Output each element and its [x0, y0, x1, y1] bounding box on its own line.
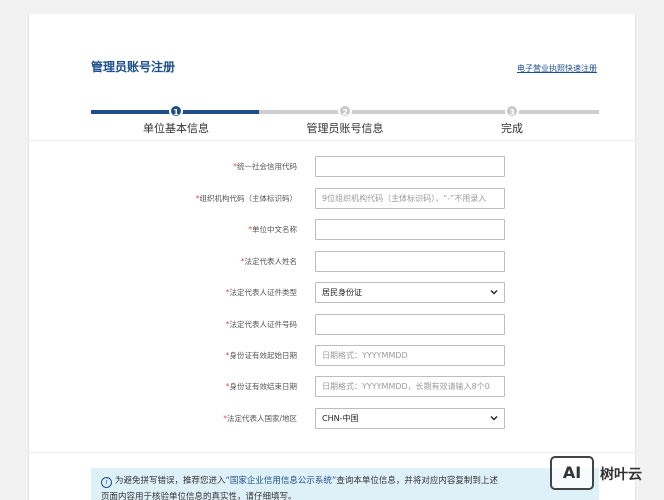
credit-code-input[interactable] — [315, 156, 505, 177]
id-start-date-input[interactable]: 日期格式：YYYYMMDD — [315, 345, 505, 366]
field-label-text: 法定代表人证件类型 — [229, 288, 298, 297]
field-label: *组织机构代码（主体标识码） — [196, 193, 297, 204]
chevron-down-icon — [490, 416, 498, 421]
quick-register-link[interactable]: 电子营业执照快速注册 — [517, 63, 597, 74]
watermark: AI 树叶云 — [550, 456, 660, 494]
field-label: *法定代表人国家/地区 — [223, 413, 297, 424]
step-3-label: 完成 — [501, 122, 523, 135]
chevron-down-icon — [490, 290, 498, 295]
id-number-input[interactable] — [315, 314, 505, 335]
registration-stepper: 1 单位基本信息 2 管理员账号信息 3 完成 — [91, 104, 599, 144]
form-row-id-start: *身份证有效起始日期 日期格式：YYYYMMDD — [29, 345, 635, 367]
section-divider — [29, 140, 635, 141]
field-label-text: 统一社会信用代码 — [237, 162, 297, 171]
form-row-unit-name: *单位中文名称 — [29, 219, 635, 241]
field-label: *统一社会信用代码 — [233, 161, 297, 172]
country-select[interactable]: CHN-中国 — [315, 408, 505, 429]
field-label-text: 身份证有效结束日期 — [229, 382, 298, 391]
info-notice: i 为避免拼写错误，推荐您进入“国家企业信用信息公示系统”查询本单位信息，并将对应… — [91, 468, 599, 500]
notice-line-2: 页面内容用于核验单位信息的真实性，请仔细填写。 — [101, 492, 297, 500]
field-label-text: 法定代表人姓名 — [244, 257, 298, 266]
field-label: *法定代表人证件类型 — [226, 287, 297, 298]
form-row-rep-name: *法定代表人姓名 — [29, 251, 635, 273]
form-row-org-code: *组织机构代码（主体标识码） 9位组织机构代码（主体标识码），“-”不用录入 — [29, 188, 635, 210]
field-label-text: 法定代表人国家/地区 — [226, 414, 297, 423]
notice-line-1: i 为避免拼写错误，推荐您进入“国家企业信用信息公示系统”查询本单位信息，并将对应… — [101, 473, 589, 489]
step-2-label: 管理员账号信息 — [306, 122, 384, 135]
id-type-select[interactable]: 居民身份证 — [315, 282, 505, 303]
id-end-date-input[interactable]: 日期格式：YYYYMMDD，长期有效请输入8个0 — [315, 376, 505, 397]
form-row-country: *法定代表人国家/地区 CHN-中国 — [29, 408, 635, 430]
field-label: *身份证有效起始日期 — [226, 350, 297, 361]
field-label: *法定代表人证件号码 — [226, 319, 297, 330]
form-row-id-type: *法定代表人证件类型 居民身份证 — [29, 282, 635, 304]
watermark-logo: AI — [550, 456, 594, 490]
info-icon: i — [101, 477, 112, 488]
form-row-id-end: *身份证有效结束日期 日期格式：YYYYMMDD，长期有效请输入8个0 — [29, 376, 635, 398]
field-label-text: 组织机构代码（主体标识码） — [199, 194, 298, 203]
select-value: 居民身份证 — [322, 288, 362, 297]
rep-name-input[interactable] — [315, 251, 505, 272]
field-label-text: 法定代表人证件号码 — [229, 320, 298, 329]
notice-text: 为避免拼写错误，推荐您进入 — [115, 476, 226, 486]
step-2-indicator: 2 — [338, 104, 352, 118]
registration-card: 管理员账号注册 电子营业执照快速注册 1 单位基本信息 2 管理员账号信息 3 … — [28, 14, 636, 500]
form-row-id-number: *法定代表人证件号码 — [29, 314, 635, 336]
watermark-text: 树叶云 — [600, 467, 642, 483]
unit-name-input[interactable] — [315, 219, 505, 240]
field-label-text: 单位中文名称 — [252, 225, 297, 234]
section-divider — [29, 452, 635, 453]
field-label: *法定代表人姓名 — [241, 256, 297, 267]
step-3-indicator: 3 — [505, 104, 519, 118]
field-label-text: 身份证有效起始日期 — [229, 351, 298, 360]
notice-text: 查询本单位信息，并将对应内容复制到上述 — [336, 476, 498, 486]
form-row-credit-code: *统一社会信用代码 — [29, 156, 635, 178]
page-title: 管理员账号注册 — [91, 60, 176, 74]
field-label: *身份证有效结束日期 — [226, 381, 297, 392]
step-1-indicator: 1 — [169, 104, 183, 118]
credit-system-link[interactable]: “国家企业信用信息公示系统” — [226, 476, 337, 486]
select-value: CHN-中国 — [322, 414, 359, 423]
field-label: *单位中文名称 — [248, 224, 297, 235]
org-code-input[interactable]: 9位组织机构代码（主体标识码），“-”不用录入 — [315, 188, 505, 209]
step-1-label: 单位基本信息 — [143, 122, 209, 135]
